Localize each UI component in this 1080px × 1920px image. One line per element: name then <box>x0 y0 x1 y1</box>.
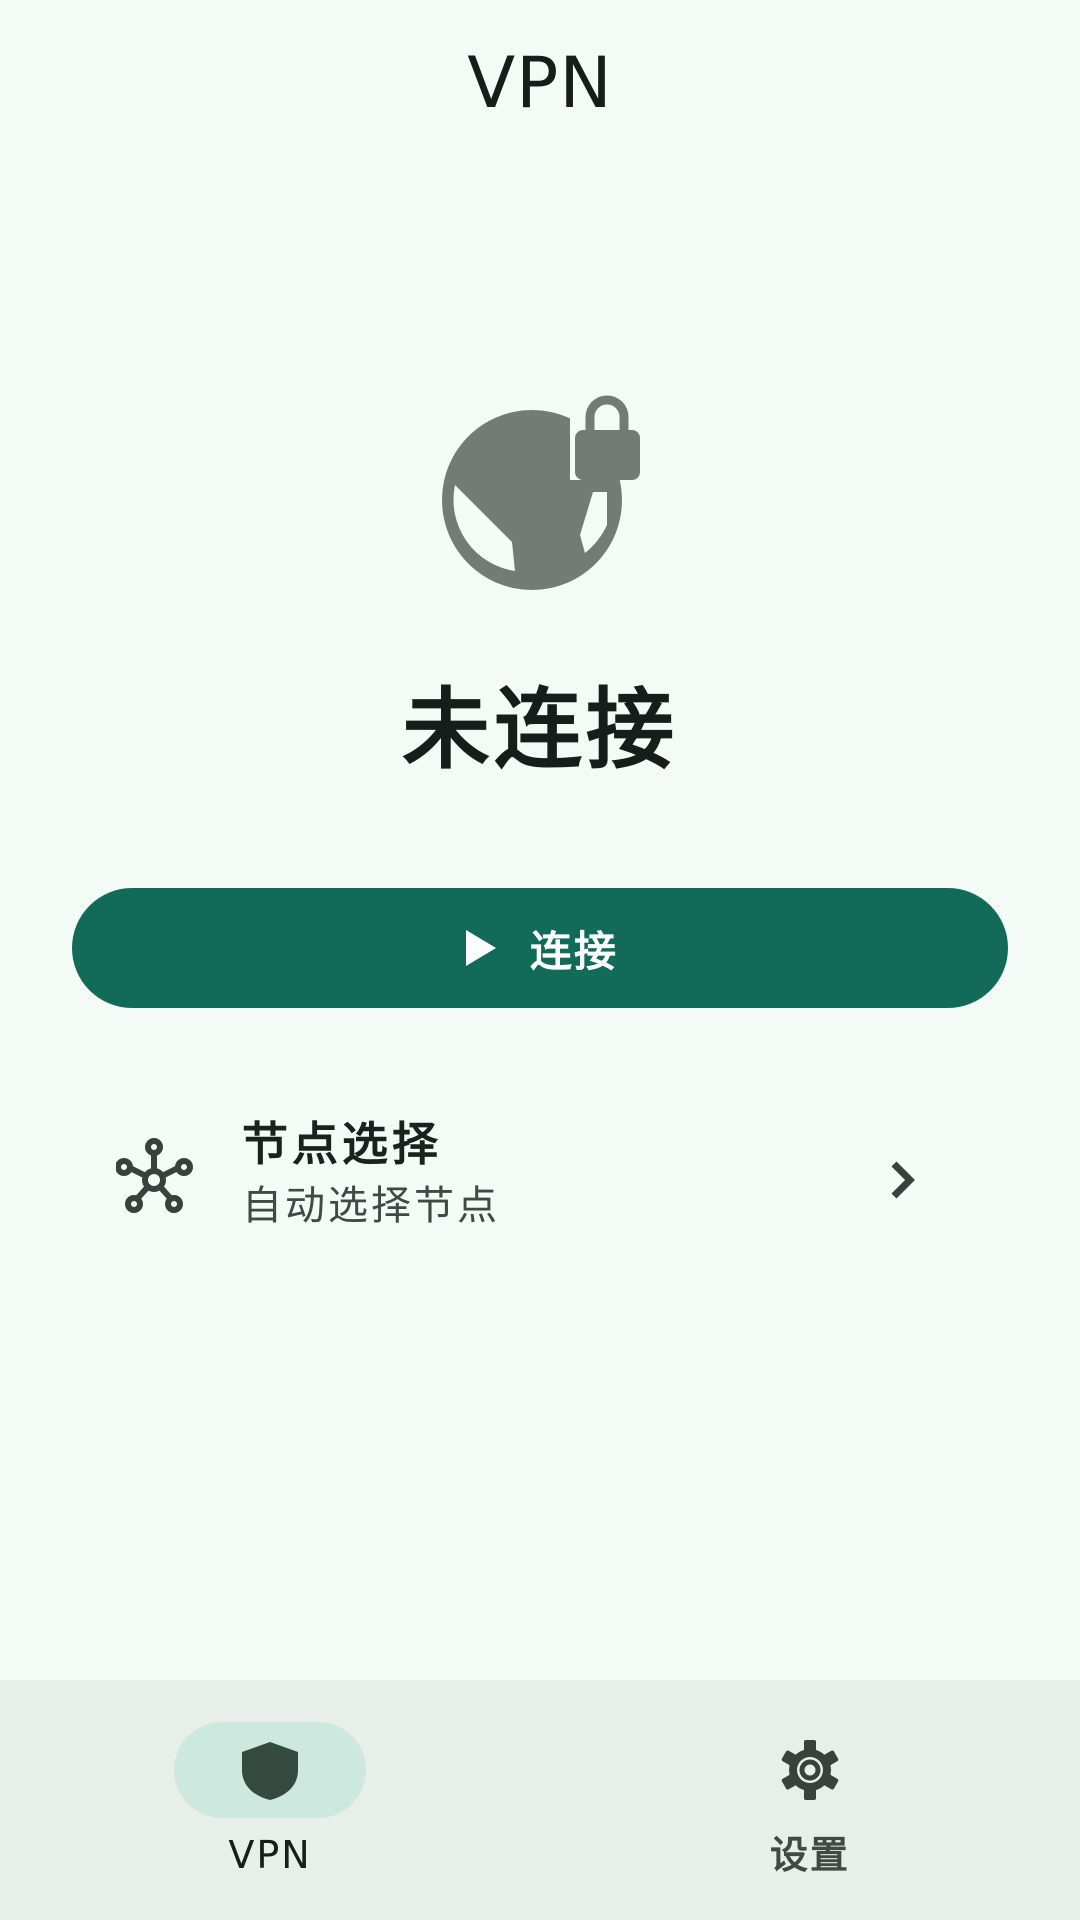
nav-item-vpn[interactable]: VPN <box>0 1680 540 1920</box>
shield-icon <box>242 1742 298 1800</box>
nav-item-settings[interactable]: 设置 <box>540 1680 1080 1920</box>
hub-nodes-icon <box>116 1138 193 1213</box>
node-selection-subtitle: 自动选择节点 <box>242 1183 500 1229</box>
nav-label-vpn: VPN <box>228 1833 312 1877</box>
node-selection-item[interactable]: 节点选择 自动选择节点 <box>72 1100 1008 1260</box>
play-icon <box>465 930 496 966</box>
node-selection-title: 节点选择 <box>242 1117 442 1171</box>
page-title: VPN <box>467 42 613 124</box>
bottom-navigation-bar: VPN 设置 <box>0 1680 1080 1920</box>
vpn-screen: VPN 未连接 连接 节点选择 自动选择节点 VPN 设置 <box>0 0 1080 1920</box>
gear-icon <box>781 1740 839 1800</box>
nav-label-settings: 设置 <box>769 1833 850 1877</box>
connect-button-label: 连接 <box>529 926 618 976</box>
vpn-lock-globe-icon <box>442 395 640 590</box>
connect-button[interactable]: 连接 <box>72 888 1008 1008</box>
connection-status-text: 未连接 <box>401 678 678 781</box>
chevron-right-icon <box>891 1161 915 1199</box>
